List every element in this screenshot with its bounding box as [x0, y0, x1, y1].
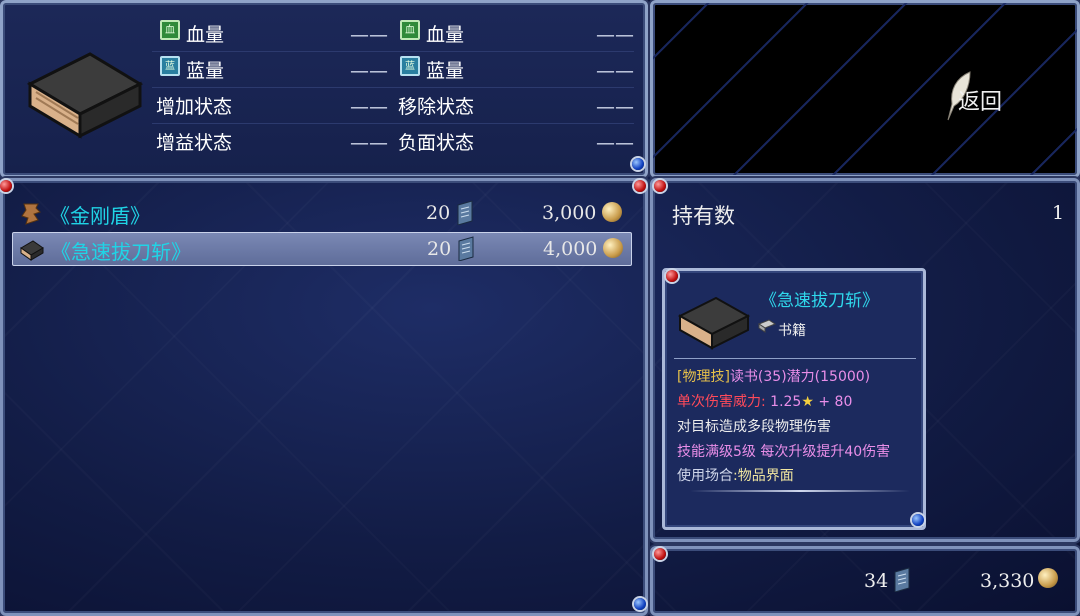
gem-icon [654, 548, 666, 560]
item-price: 4,000 [543, 238, 598, 260]
book-icon [677, 296, 750, 350]
list-item[interactable]: 《金刚盾》 20 3,000 [12, 197, 632, 231]
stat-grid: 血 血量 —— 血 血量 —— 蓝 蓝量 —— 蓝 蓝量 —— 增加状态 —— … [152, 16, 634, 159]
item-name: 《急速拔刀斩》 [51, 240, 191, 264]
stat-label: 负面状态 [398, 132, 475, 154]
item-qty: 20 [427, 238, 452, 260]
stat-value: —— [596, 60, 634, 82]
divider [674, 358, 916, 359]
coin-icon [602, 202, 622, 222]
stat-label: 移除状态 [398, 96, 475, 118]
stat-label: 血量 [186, 24, 225, 46]
stat-label: 蓝量 [426, 60, 465, 82]
mp-icon: 蓝 [400, 56, 420, 76]
book-stack-icon [458, 236, 474, 261]
stat-mp-right: 蓝 蓝量 —— [398, 52, 634, 87]
gem-icon [654, 180, 666, 192]
gold-amount: 3,330 [980, 570, 1035, 592]
detail-line-damage: 单次伤害威力: 1.25★ + 80 [677, 391, 852, 411]
detail-line-level: 技能满级5级 每次升级提升40伤害 [677, 444, 891, 460]
coin-icon [603, 238, 623, 258]
damage-multiplier: 1.25 [770, 394, 802, 410]
background-pattern [653, 3, 1077, 175]
stat-debuff: 负面状态 —— [398, 124, 634, 159]
stat-label: 血量 [426, 24, 465, 46]
detail-line-effect: 对目标造成多段物理伤害 [677, 419, 831, 435]
stat-row: 增加状态 —— 移除状态 —— [152, 88, 634, 124]
stat-value: —— [596, 132, 634, 154]
divider [690, 490, 910, 492]
hp-icon: 血 [400, 20, 420, 40]
stat-value: —— [350, 60, 388, 82]
item-qty: 20 [426, 202, 451, 224]
book-icon [26, 52, 144, 139]
book-stack-icon [894, 567, 910, 592]
stat-buff: 增益状态 —— [152, 124, 388, 159]
stat-add-status: 增加状态 —— [152, 88, 388, 123]
back-area [650, 0, 1080, 178]
scroll-icon [21, 203, 41, 225]
stat-mp-left: 蓝 蓝量 —— [152, 52, 388, 87]
stat-hp-right: 血 血量 —— [398, 16, 634, 51]
gem-icon [0, 180, 12, 192]
usage-label: 使用场合 [677, 468, 733, 484]
stat-label: 蓝量 [186, 60, 225, 82]
item-price: 3,000 [542, 202, 597, 224]
book-count: 34 [864, 570, 889, 592]
item-name: 《金刚盾》 [50, 204, 150, 228]
stat-hp-left: 血 血量 —— [152, 16, 388, 51]
stat-row: 增益状态 —— 负面状态 —— [152, 124, 634, 159]
gem-icon [912, 514, 924, 526]
book-icon [20, 240, 44, 261]
skill-requirement: 读书(35)潜力(15000) [729, 369, 871, 385]
damage-label: 单次伤害威力: [677, 394, 766, 410]
detail-line-usage: 使用场合:物品界面 [677, 465, 794, 485]
stat-remove-status: 移除状态 —— [398, 88, 634, 123]
gem-icon [634, 598, 646, 610]
usage-value: :物品界面 [733, 468, 794, 484]
book-type-icon [757, 319, 777, 333]
gem-icon [666, 270, 678, 282]
gem-icon [632, 158, 644, 170]
stat-row: 血 血量 —— 血 血量 —— [152, 16, 634, 52]
stat-value: —— [350, 132, 388, 154]
coin-icon [1038, 568, 1058, 588]
gem-icon [634, 180, 646, 192]
stat-row: 蓝 蓝量 —— 蓝 蓝量 —— [152, 52, 634, 88]
damage-bonus: + 80 [818, 394, 853, 410]
hp-icon: 血 [160, 20, 180, 40]
stat-label: 增加状态 [156, 96, 233, 118]
list-item-selected[interactable]: 《急速拔刀斩》 20 4,000 [12, 232, 632, 266]
back-button[interactable]: 返回 [958, 84, 1002, 116]
book-stack-icon [457, 200, 473, 225]
owned-value: 1 [1052, 202, 1065, 224]
stat-value: —— [596, 24, 634, 46]
star-icon: ★ [801, 394, 814, 410]
owned-label: 持有数 [672, 204, 735, 228]
detail-type: 书籍 [778, 323, 806, 339]
mp-icon: 蓝 [160, 56, 180, 76]
stat-value: —— [350, 24, 388, 46]
stat-value: —— [596, 96, 634, 118]
skill-type: [物理技] [677, 369, 730, 385]
stat-label: 增益状态 [156, 132, 233, 154]
detail-line-skill: [物理技]读书(35)潜力(15000) [677, 366, 870, 386]
stat-value: —— [350, 96, 388, 118]
detail-title: 《急速拔刀斩》 [760, 291, 879, 311]
